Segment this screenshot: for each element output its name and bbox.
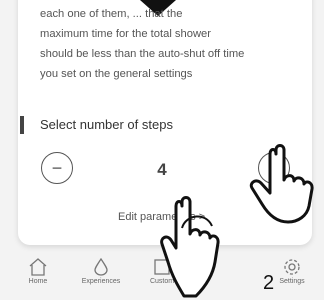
minus-icon: −: [51, 157, 63, 178]
nav-label-home: Home: [28, 278, 48, 285]
section-accent-bar: [20, 116, 24, 134]
instructions-line: each one of them, ... that the: [40, 8, 183, 20]
nav-item-experiences[interactable]: Experiences: [71, 256, 131, 300]
nav-label-experiences: Experiences: [81, 278, 121, 285]
decrement-steps-button[interactable]: −: [41, 152, 73, 184]
steps-count-value: 4: [157, 160, 167, 179]
drop-icon: [94, 258, 108, 276]
step-number-label: 2: [263, 272, 275, 294]
gear-icon: [284, 259, 300, 275]
tap-hand-icon: [249, 144, 314, 224]
instructions-line: maximum time for the total shower: [40, 28, 211, 40]
instructions-text: each one of them, ... that the maximum t…: [40, 4, 290, 84]
home-icon: [29, 258, 47, 276]
tap-ripple-icon: [181, 215, 213, 229]
nav-item-home[interactable]: Home: [8, 256, 68, 300]
instructions-line: you set on the general settings: [40, 68, 193, 80]
instructions-line: should be less than the auto-shut off ti…: [40, 48, 245, 60]
steps-section-title: Select number of steps: [40, 117, 173, 132]
